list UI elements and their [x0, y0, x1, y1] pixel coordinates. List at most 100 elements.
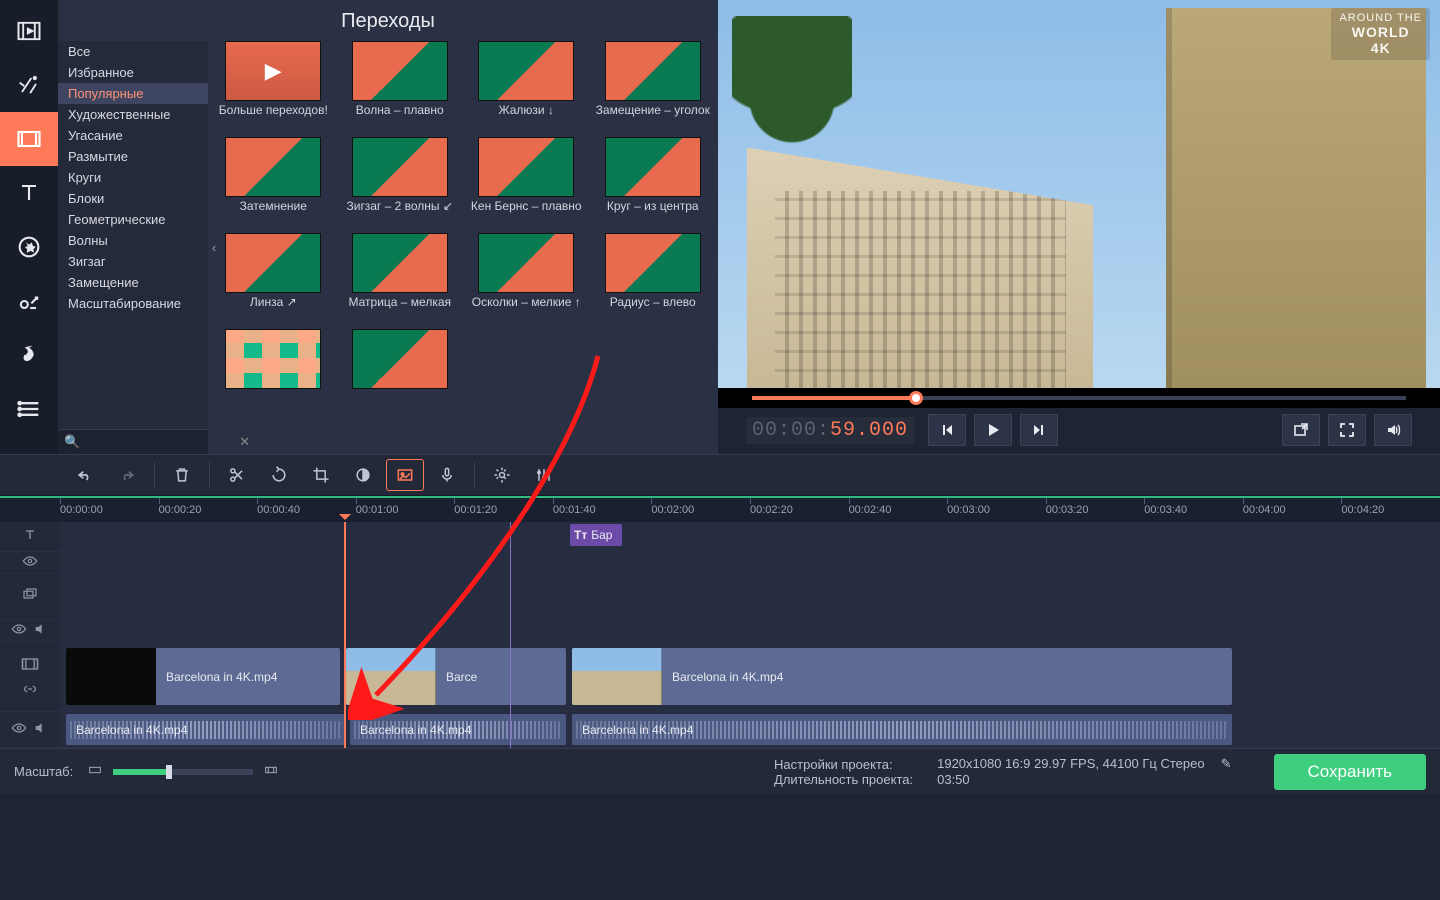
transition-thumb: [225, 329, 321, 389]
redo-button[interactable]: [108, 459, 146, 491]
preview-scrubber[interactable]: [752, 396, 1406, 400]
clip-props-button[interactable]: [386, 459, 424, 491]
transition-thumb: ▶: [225, 41, 321, 101]
overlay-icon: [21, 586, 39, 607]
link-icon: [22, 681, 38, 700]
undo-button[interactable]: [66, 459, 104, 491]
eye-icon: [11, 621, 27, 640]
detach-preview-button[interactable]: [1282, 414, 1320, 446]
transition-item[interactable]: Замещение – уголок: [594, 41, 713, 133]
category-item[interactable]: Угасание: [58, 125, 208, 146]
settings-button[interactable]: [483, 459, 521, 491]
category-item[interactable]: Замещение: [58, 272, 208, 293]
delete-button[interactable]: [163, 459, 201, 491]
video-track-vis[interactable]: [0, 712, 60, 747]
search-input[interactable]: [80, 435, 235, 449]
category-item[interactable]: Художественные: [58, 104, 208, 125]
equalizer-button[interactable]: [525, 459, 563, 491]
split-button[interactable]: [218, 459, 256, 491]
transition-item[interactable]: Матрица – мелкая: [341, 233, 460, 325]
rail-transitions[interactable]: [0, 112, 58, 166]
category-item[interactable]: Круги: [58, 167, 208, 188]
transition-item[interactable]: Жалюзи ↓: [467, 41, 586, 133]
video-clip[interactable]: Barce: [346, 648, 566, 705]
category-item[interactable]: Все: [58, 41, 208, 62]
text-track-vis[interactable]: [0, 552, 60, 573]
mic-button[interactable]: [428, 459, 466, 491]
clip-label: Barcelona in 4K.mp4: [350, 723, 481, 737]
category-item[interactable]: Избранное: [58, 62, 208, 83]
play-button[interactable]: [974, 414, 1012, 446]
transition-grid: ▶Больше переходов!Волна – плавноЖалюзи ↓…: [208, 41, 718, 454]
zoom-in-icon[interactable]: [263, 762, 279, 781]
transition-label: Круг – из центра: [607, 199, 699, 229]
panel-title: Переходы: [58, 0, 718, 41]
transition-label: Замещение – уголок: [596, 103, 710, 133]
ruler-tick: 00:04:00: [1243, 504, 1286, 516]
save-button[interactable]: Сохранить: [1274, 754, 1426, 790]
category-item[interactable]: Зигзаг: [58, 251, 208, 272]
transition-item[interactable]: ▶Больше переходов!: [214, 41, 333, 133]
ruler-tick: 00:01:40: [553, 504, 596, 516]
video-icon: [20, 654, 40, 677]
preview-pane: AROUND THE WORLD 4K 00:00:59.000: [718, 0, 1440, 454]
edit-settings-button[interactable]: ✎: [1221, 756, 1232, 772]
transition-thumb: [225, 137, 321, 197]
collapse-categories[interactable]: ‹: [208, 226, 220, 270]
transition-item[interactable]: [341, 329, 460, 421]
fullscreen-button[interactable]: [1328, 414, 1366, 446]
clip-label: Barce: [436, 670, 487, 684]
category-item[interactable]: Масштабирование: [58, 293, 208, 314]
transition-label: Осколки – мелкие ↑: [472, 295, 581, 325]
transition-item[interactable]: Круг – из центра: [594, 137, 713, 229]
timeline-ruler[interactable]: 00:00:0000:00:2000:00:4000:01:0000:01:20…: [0, 496, 1440, 522]
audio-clip[interactable]: Barcelona in 4K.mp4: [572, 714, 1232, 745]
color-button[interactable]: [344, 459, 382, 491]
transition-thumb: [605, 233, 701, 293]
transition-item[interactable]: Радиус – влево: [594, 233, 713, 325]
transition-item[interactable]: Затемнение: [214, 137, 333, 229]
category-item[interactable]: Размытие: [58, 146, 208, 167]
preview-viewport[interactable]: AROUND THE WORLD 4K: [718, 0, 1440, 388]
eye-icon: [22, 553, 38, 572]
rail-more[interactable]: [0, 382, 58, 436]
transition-item[interactable]: Зигзаг – 2 волны ↙: [341, 137, 460, 229]
text-track-header[interactable]: [0, 522, 60, 551]
category-item[interactable]: Блоки: [58, 188, 208, 209]
video-clip[interactable]: Barcelona in 4K.mp4: [572, 648, 1232, 705]
rail-callouts[interactable]: [0, 274, 58, 328]
volume-button[interactable]: [1374, 414, 1412, 446]
transition-item[interactable]: Линза ↗: [214, 233, 333, 325]
rotate-button[interactable]: [260, 459, 298, 491]
rail-filters[interactable]: [0, 58, 58, 112]
clip-thumb: [572, 648, 662, 705]
rail-animation[interactable]: [0, 328, 58, 382]
zoom-out-icon[interactable]: [87, 762, 103, 781]
crop-button[interactable]: [302, 459, 340, 491]
transition-item[interactable]: Кен Бернс – плавно: [467, 137, 586, 229]
rail-titles[interactable]: [0, 166, 58, 220]
prev-frame-button[interactable]: [928, 414, 966, 446]
video-track-header[interactable]: [0, 642, 60, 711]
zoom-slider[interactable]: [113, 769, 253, 775]
transition-item[interactable]: Осколки – мелкие ↑: [467, 233, 586, 325]
rail-stickers[interactable]: [0, 220, 58, 274]
audio-clip[interactable]: Barcelona in 4K.mp4: [350, 714, 566, 745]
transition-item[interactable]: Волна – плавно: [341, 41, 460, 133]
next-frame-button[interactable]: [1020, 414, 1058, 446]
category-item[interactable]: Популярные: [58, 83, 208, 104]
overlay-track-header[interactable]: [0, 574, 60, 619]
category-item[interactable]: Геометрические: [58, 209, 208, 230]
text-clip-label: Бар: [591, 528, 612, 542]
playhead[interactable]: [344, 522, 346, 748]
transition-item[interactable]: [214, 329, 333, 421]
video-clip[interactable]: Barcelona in 4K.mp4: [66, 648, 340, 705]
overlay-track-vis[interactable]: [0, 620, 60, 641]
category-search[interactable]: 🔍✕: [58, 429, 208, 454]
audio-clip[interactable]: Barcelona in 4K.mp4: [66, 714, 346, 745]
clear-search-button[interactable]: ✕: [235, 434, 254, 450]
rail-media[interactable]: [0, 4, 58, 58]
category-item[interactable]: Волны: [58, 230, 208, 251]
edit-toolbar: [0, 454, 1440, 496]
text-clip[interactable]: Tᴛ Бар: [570, 524, 622, 546]
